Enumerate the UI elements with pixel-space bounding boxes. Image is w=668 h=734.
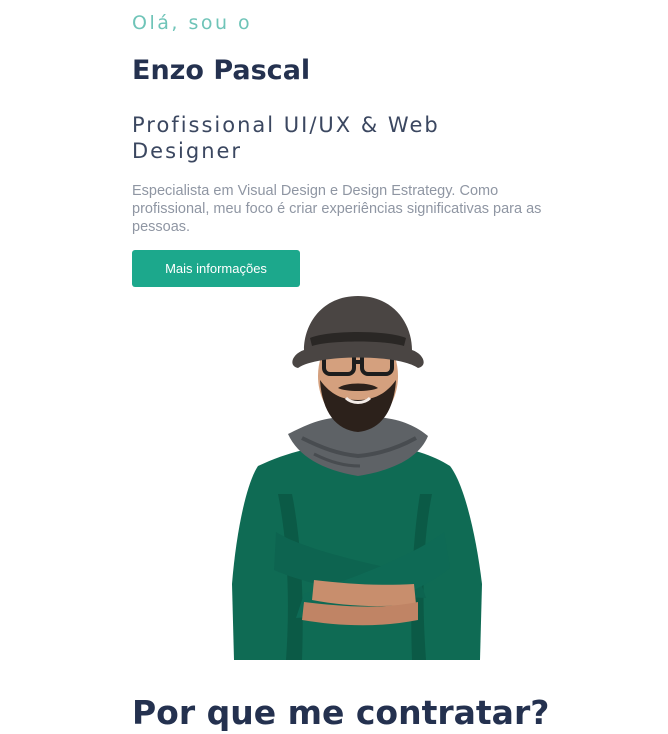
hero-description: Especialista em Visual Design e Design E…: [132, 183, 542, 235]
section-title: Por que me contratar?: [132, 693, 550, 732]
greeting-text: Olá, sou o: [132, 12, 253, 34]
designer-name: Enzo Pascal: [132, 55, 311, 86]
portrait-photo: [232, 296, 482, 660]
more-info-button[interactable]: Mais informações: [132, 250, 300, 287]
designer-role: Profissional UI/UX & Web Designer: [132, 113, 440, 163]
